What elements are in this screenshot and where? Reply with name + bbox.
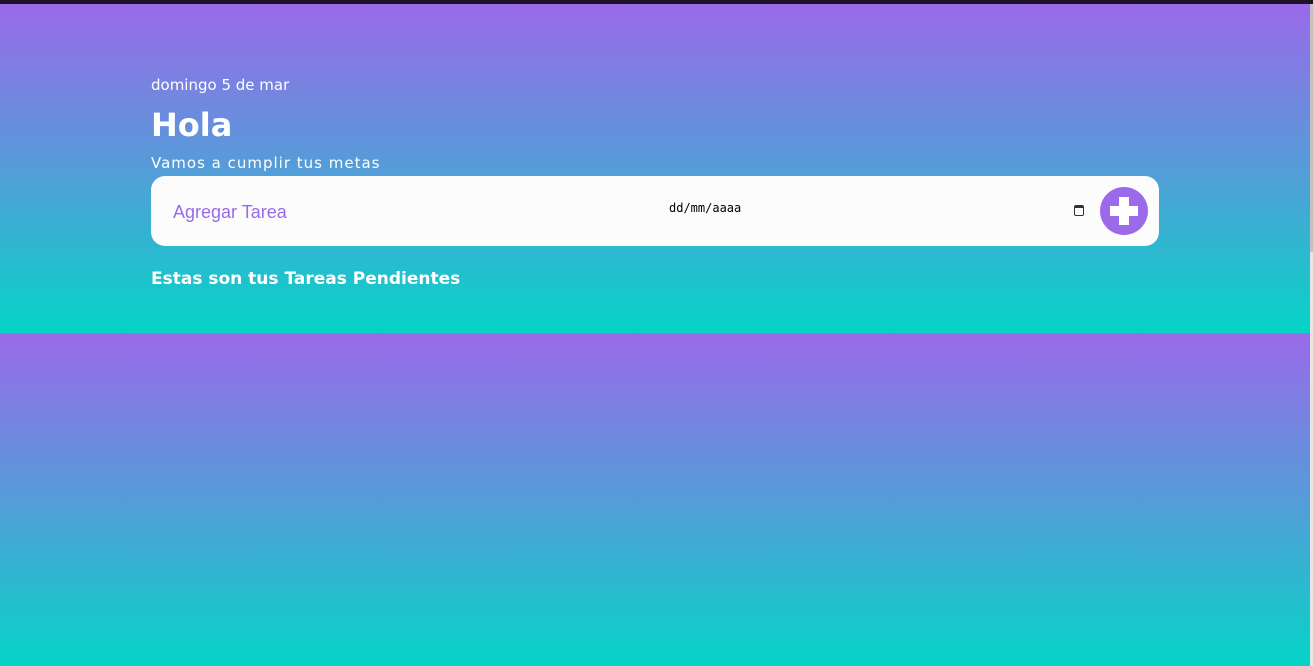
pending-tasks-title: Estas son tus Tareas Pendientes bbox=[151, 269, 461, 289]
page: domingo 5 de mar Hola Vamos a cumplir tu… bbox=[0, 4, 1310, 666]
add-task-button[interactable] bbox=[1100, 187, 1148, 235]
task-list-area bbox=[0, 333, 1310, 666]
subtitle: Vamos a cumplir tus metas bbox=[151, 154, 381, 172]
add-task-form: dd/mm/aaaa bbox=[151, 176, 1159, 246]
date-input[interactable]: dd/mm/aaaa bbox=[669, 201, 1089, 221]
task-input[interactable] bbox=[171, 196, 595, 228]
calendar-icon[interactable] bbox=[1074, 205, 1084, 216]
greeting-title: Hola bbox=[151, 106, 233, 144]
current-date: domingo 5 de mar bbox=[151, 76, 290, 94]
header-section: domingo 5 de mar Hola Vamos a cumplir tu… bbox=[0, 4, 1310, 333]
